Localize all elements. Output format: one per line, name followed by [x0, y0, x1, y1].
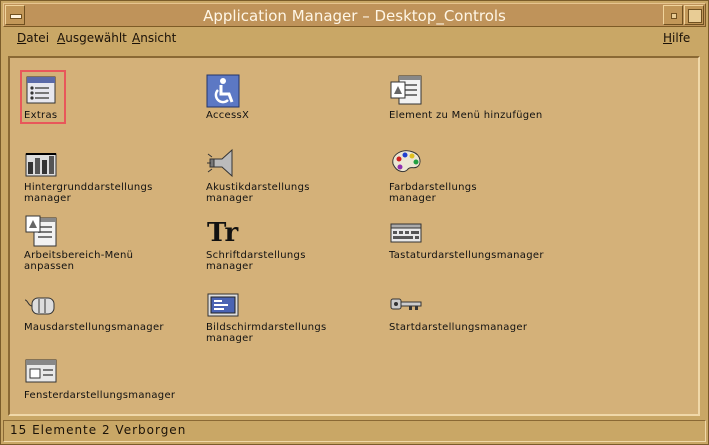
window-icon [25, 359, 57, 383]
item-label: Startdarstellungsmanager [389, 322, 528, 333]
speaker-icon [207, 148, 233, 178]
item-farb[interactable]: Farbdarstellungs manager [383, 140, 553, 204]
application-manager-window: Application Manager – Desktop_Controls D… [0, 0, 709, 445]
item-label: Fensterdarstellungsmanager [24, 390, 176, 401]
screen-icon [207, 293, 239, 317]
mouse-icon [24, 297, 55, 315]
menu-ansicht-label: nsicht [140, 31, 177, 45]
item-label: Akustikdarstellungs manager [206, 182, 310, 204]
item-label: Mausdarstellungsmanager [24, 322, 164, 333]
add-to-menu-icon [390, 75, 422, 105]
menu-ausgewaehlt[interactable]: Ausgewählt [57, 31, 127, 45]
item-label: Extras [24, 110, 58, 121]
palette-icon [392, 150, 421, 173]
item-fenster[interactable]: Fensterdarstellungsmanager [18, 348, 188, 408]
svg-text:Tr: Tr [207, 218, 238, 248]
menu-bar: Datei Ausgewählt Ansicht Hilfe [3, 28, 706, 50]
minimize-button[interactable] [663, 5, 683, 25]
menu-hilfe-mnemonic: H [663, 31, 673, 45]
keyboard-icon [390, 223, 422, 243]
menu-ansicht-mnemonic: A [132, 31, 141, 45]
backdrop-icon [25, 153, 57, 177]
title-bar[interactable]: Application Manager – Desktop_Controls [3, 3, 706, 27]
item-element-zu-menu[interactable]: Element zu Menü hinzufügen [383, 68, 553, 128]
item-label: Farbdarstellungs manager [389, 182, 477, 204]
window-title: Application Manager – Desktop_Controls [203, 7, 506, 25]
item-label: Hintergrunddarstellungs manager [24, 182, 153, 204]
minimize-icon [671, 13, 677, 19]
font-icon: Tr [207, 218, 238, 248]
item-akustik[interactable]: Akustikdarstellungs manager [200, 140, 370, 204]
extras-icon [26, 76, 56, 104]
icon-workspace: Extras AccessX Element zu Menü hinzufüge… [8, 56, 700, 416]
menu-ausgewaehlt-mnemonic: A [57, 31, 66, 45]
workspace-menu-icon [25, 215, 57, 247]
status-bar: 15 Elemente 2 Verborgen [3, 420, 706, 442]
item-schrift[interactable]: Tr Schriftdarstellungs manager [200, 208, 370, 272]
item-label: Tastaturdarstellungsmanager [389, 250, 544, 261]
item-label: Bildschirmdarstellungs manager [206, 322, 327, 344]
item-extras[interactable]: Extras [18, 68, 188, 128]
key-icon [390, 298, 422, 310]
item-bildschirm[interactable]: Bildschirmdarstellungs manager [200, 280, 370, 344]
item-start[interactable]: Startdarstellungsmanager [383, 280, 553, 340]
item-label: Arbeitsbereich-Menü anpassen [24, 250, 134, 272]
menu-ausgewaehlt-label: usgewählt [65, 31, 127, 45]
item-tastatur[interactable]: Tastaturdarstellungsmanager [383, 208, 553, 268]
item-accessx[interactable]: AccessX [200, 68, 370, 128]
item-label: Schriftdarstellungs manager [206, 250, 306, 272]
menu-ansicht[interactable]: Ansicht [132, 31, 176, 45]
item-hintergrund[interactable]: Hintergrunddarstellungs manager [18, 140, 188, 204]
item-maus[interactable]: Mausdarstellungsmanager [18, 280, 188, 340]
menu-hilfe-label: ilfe [672, 31, 691, 45]
item-label: AccessX [206, 110, 250, 121]
menu-datei[interactable]: Datei [17, 31, 49, 45]
status-text: 15 Elemente 2 Verborgen [10, 423, 187, 437]
item-label: Element zu Menü hinzufügen [389, 110, 543, 121]
accessibility-icon [206, 74, 240, 108]
menu-datei-label: atei [26, 31, 50, 45]
maximize-icon [688, 9, 702, 23]
item-arbeitsbereich[interactable]: Arbeitsbereich-Menü anpassen [18, 208, 188, 272]
menu-hilfe[interactable]: Hilfe [663, 31, 690, 45]
maximize-button[interactable] [684, 5, 704, 25]
menu-datei-mnemonic: D [17, 31, 27, 45]
